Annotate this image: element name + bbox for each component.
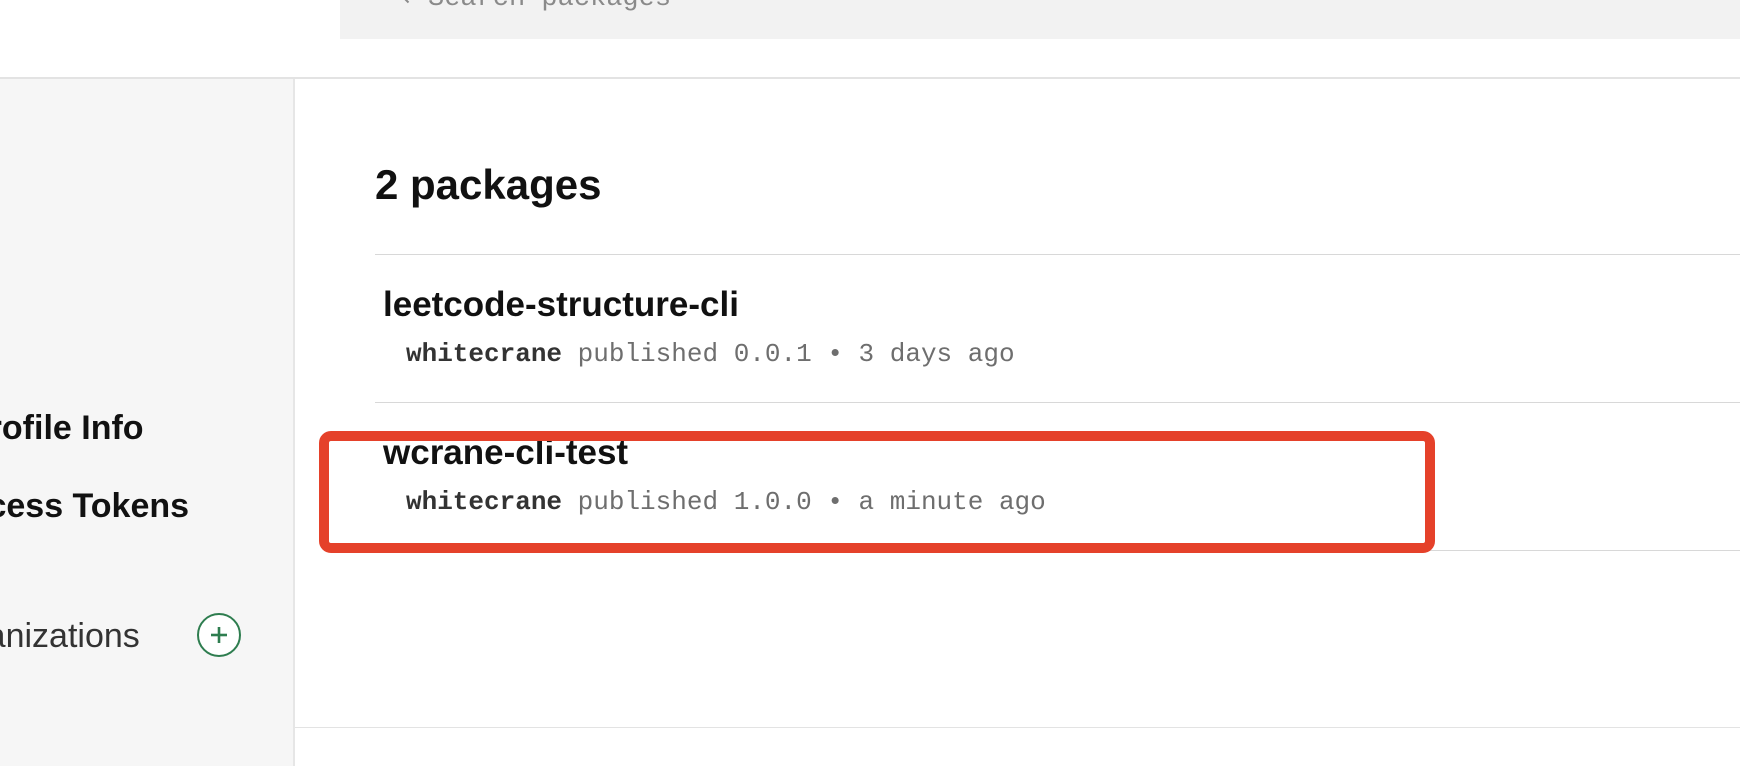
- publisher-link[interactable]: whitecrane: [406, 487, 562, 517]
- package-list-item: leetcode-structure-cli whitecrane publis…: [375, 255, 1740, 402]
- main-content: 2 packages leetcode-structure-cli whitec…: [295, 79, 1740, 766]
- meta-separator: •: [827, 339, 843, 369]
- package-meta: whitecrane published 0.0.1 • 3 days ago: [406, 339, 1015, 369]
- published-label: published: [577, 487, 719, 517]
- publisher-link[interactable]: whitecrane: [406, 339, 562, 369]
- package-name-link[interactable]: leetcode-structure-cli: [383, 285, 739, 325]
- footer-divider: [295, 727, 1740, 728]
- sidebar: Profile Info Access Tokens Organizations: [0, 79, 295, 766]
- package-name-link[interactable]: wcrane-cli-test: [383, 433, 628, 473]
- plus-icon: [211, 627, 227, 643]
- page-title: 2 packages: [375, 161, 602, 208]
- search-placeholder: Search packages: [428, 0, 671, 14]
- published-time: 3 days ago: [858, 339, 1015, 369]
- sidebar-item-organizations[interactable]: Organizations: [0, 617, 140, 656]
- package-version: 1.0.0: [733, 487, 812, 517]
- add-organization-button[interactable]: [197, 613, 241, 657]
- search-icon: [404, 0, 410, 4]
- package-meta: whitecrane published 1.0.0 • a minute ag…: [406, 487, 1046, 517]
- package-list-item: wcrane-cli-test whitecrane published 1.0…: [375, 403, 1740, 550]
- header: Search packages: [0, 0, 1740, 79]
- sidebar-item-access-tokens[interactable]: Access Tokens: [0, 487, 189, 526]
- page: Search packages Profile Info Access Toke…: [0, 0, 1740, 766]
- sidebar-item-profile-info[interactable]: Profile Info: [0, 409, 144, 448]
- meta-separator: •: [827, 487, 843, 517]
- package-version: 0.0.1: [733, 339, 812, 369]
- published-time: a minute ago: [858, 487, 1046, 517]
- published-label: published: [577, 339, 719, 369]
- divider: [375, 550, 1740, 551]
